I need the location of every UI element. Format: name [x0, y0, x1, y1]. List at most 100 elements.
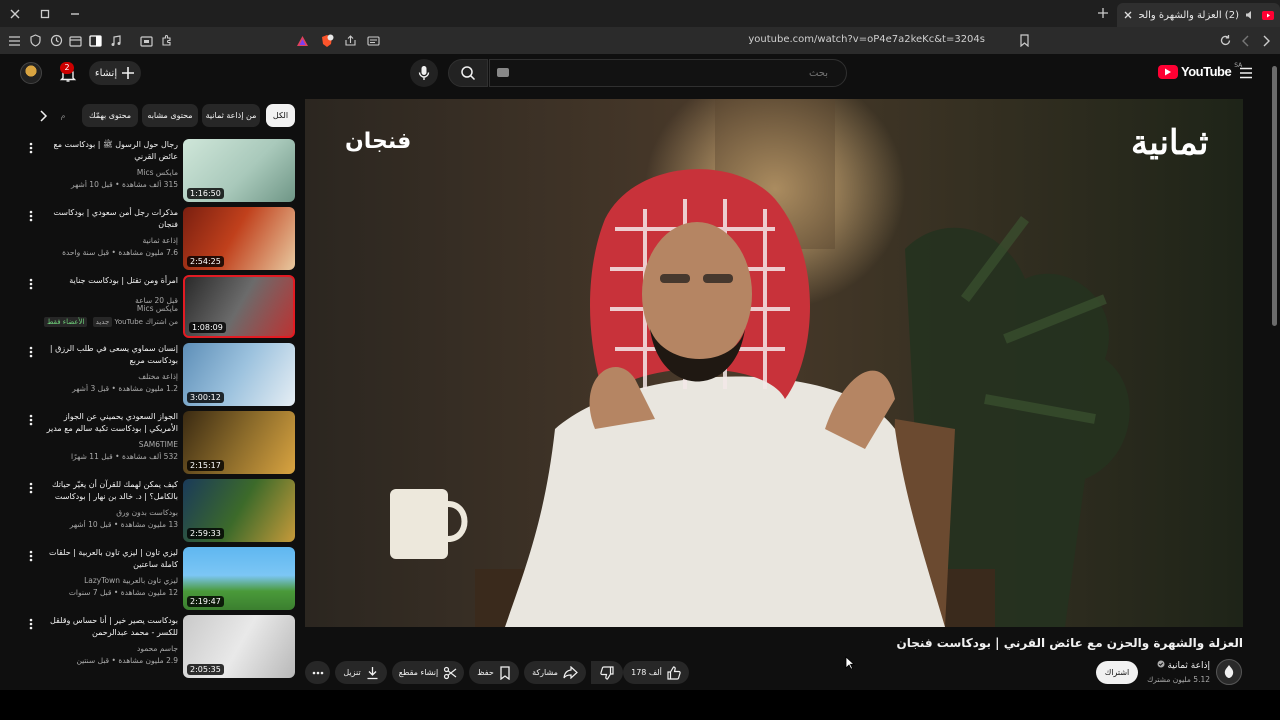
clip-button[interactable]: إنشاء مقطع: [392, 661, 464, 684]
search-input[interactable]: [489, 59, 847, 87]
more-options-icon[interactable]: [27, 345, 35, 359]
video-thumbnail[interactable]: 2:59:33: [183, 479, 295, 542]
forward-icon[interactable]: [1257, 32, 1274, 49]
more-options-icon[interactable]: [27, 481, 35, 495]
channel-name[interactable]: ليزي تاون بالعربية LazyTown: [40, 576, 178, 585]
chip-all[interactable]: الكل: [266, 104, 295, 127]
list-item[interactable]: 3:00:12 إنسان سماوي يسعى في طلب الرزق | …: [0, 343, 300, 409]
search-button-icon[interactable]: [448, 59, 488, 87]
avatar[interactable]: [20, 62, 42, 84]
list-item[interactable]: 2:54:25 مذكرات رجل أمن سعودي | بودكاست ف…: [0, 207, 300, 273]
download-button[interactable]: تنزيل: [335, 661, 387, 684]
voice-search-mic-icon[interactable]: [410, 59, 438, 87]
video-thumbnail[interactable]: 1:08:09: [183, 275, 295, 338]
close-window-icon[interactable]: [6, 5, 24, 23]
minimize-window-icon[interactable]: [66, 5, 84, 23]
brave-rewards-icon[interactable]: [294, 32, 311, 49]
like-button[interactable]: 178 ألف: [623, 661, 689, 684]
video-player[interactable]: ثمانية فنجان: [305, 99, 1243, 627]
more-options-icon[interactable]: [27, 141, 35, 155]
chip-for-you[interactable]: محتوى بهمّك: [82, 104, 138, 127]
music-icon[interactable]: [107, 32, 124, 49]
video-thumbnail[interactable]: 2:05:35: [183, 615, 295, 678]
audio-playing-icon[interactable]: [1245, 10, 1256, 20]
save-button[interactable]: حفظ: [469, 661, 519, 684]
screenshot-icon[interactable]: [138, 32, 155, 49]
close-tab-icon[interactable]: [1123, 10, 1133, 20]
channel-name[interactable]: مايكس Mics: [40, 168, 178, 177]
channel-name[interactable]: إذاعة مختلف: [40, 372, 178, 381]
duration-badge: 1:16:50: [187, 188, 224, 199]
more-options-icon[interactable]: [27, 277, 35, 291]
channel-name[interactable]: إذاعة ثمانية: [40, 236, 178, 245]
maximize-window-icon[interactable]: [36, 5, 54, 23]
video-title[interactable]: إنسان سماوي يسعى في طلب الرزق | بودكاست …: [40, 343, 178, 367]
source-label: من اشتراك YouTube: [114, 318, 179, 326]
back-icon[interactable]: [1237, 32, 1254, 49]
channel-name[interactable]: مايكس Mics: [40, 304, 178, 313]
share-page-icon[interactable]: [342, 32, 359, 49]
more-options-icon[interactable]: [27, 549, 35, 563]
history-icon[interactable]: [48, 32, 65, 49]
youtube-logo[interactable]: YouTube SA: [1158, 62, 1242, 79]
chip-related[interactable]: محتوى مشابه: [142, 104, 198, 127]
tabs-icon[interactable]: [67, 32, 84, 49]
channel-name-text[interactable]: إذاعة ثمانية: [1167, 661, 1210, 671]
shield-icon[interactable]: [27, 32, 44, 49]
bookmark-icon[interactable]: [1016, 32, 1033, 49]
list-item[interactable]: 2:59:33 كيف يمكن لهمك للقرآن أن يغيّر حي…: [0, 479, 300, 545]
list-item[interactable]: 2:15:17 الجواز السعودي يحميني عن الجواز …: [0, 411, 300, 477]
list-item[interactable]: 2:19:47 ليزي تاون | ليزي تاون بالعربية |…: [0, 547, 300, 613]
keyboard-icon[interactable]: [497, 68, 509, 77]
extensions-icon[interactable]: [158, 32, 175, 49]
video-meta: 2.9 مليون مشاهدة • قبل سنتين: [76, 656, 178, 665]
list-item[interactable]: 1:16:50 رجال حول الرسول ﷺ | بودكاست مع ع…: [0, 139, 300, 205]
chip-from-channel[interactable]: من إذاعة ثمانية: [202, 104, 260, 127]
channel-name[interactable]: SAM6TIME: [40, 440, 178, 449]
list-item[interactable]: 2:05:35 بودكاست يصير خير | أنا حساس وقلق…: [0, 615, 300, 681]
video-title[interactable]: امرأة ومن تقتل | بودكاست جناية: [40, 275, 178, 287]
dislike-button[interactable]: [591, 661, 623, 684]
channel-name[interactable]: بودكاست بدون ورق: [40, 508, 178, 517]
video-thumbnail[interactable]: 3:00:12: [183, 343, 295, 406]
reader-mode-icon[interactable]: [365, 32, 382, 49]
scrollbar-thumb[interactable]: [1272, 66, 1277, 326]
chevron-right-icon[interactable]: [36, 109, 50, 123]
video-title[interactable]: الجواز السعودي يحميني عن الجواز الأمريكي…: [40, 411, 178, 435]
youtube-header: 2 إنشاء YouTube SA: [0, 54, 1280, 94]
video-title[interactable]: بودكاست يصير خير | أنا حساس وقلقل للكسر …: [40, 615, 178, 639]
reload-icon[interactable]: [1217, 32, 1234, 49]
channel-name[interactable]: جاسم محمود: [40, 644, 178, 653]
hamburger-menu-icon[interactable]: [6, 32, 23, 49]
share-button[interactable]: مشاركة: [524, 661, 586, 684]
page-scrollbar[interactable]: [1270, 54, 1280, 690]
sidebar-icon[interactable]: [87, 32, 104, 49]
share-label: مشاركة: [532, 668, 558, 677]
video-title[interactable]: كيف يمكن لهمك للقرآن أن يغيّر حياتك بالك…: [40, 479, 178, 503]
list-item[interactable]: 1:08:09 امرأة ومن تقتل | بودكاست جناية م…: [0, 275, 300, 341]
scissors-icon: [443, 666, 457, 680]
more-actions-button[interactable]: [305, 661, 330, 684]
create-button[interactable]: إنشاء: [89, 61, 141, 85]
membership-row: من اشتراك YouTube جديد الأعضاء فقط: [40, 317, 179, 327]
duration-badge: 2:15:17: [187, 460, 224, 471]
video-title[interactable]: مذكرات رجل أمن سعودي | بودكاست فنجان: [40, 207, 178, 231]
more-options-icon[interactable]: [27, 617, 35, 631]
video-thumbnail[interactable]: 2:19:47: [183, 547, 295, 610]
new-tab-icon[interactable]: [1095, 5, 1111, 21]
chip-overflow[interactable]: م: [56, 104, 70, 127]
video-meta: 12 مليون مشاهدة • قبل 7 سنوات: [68, 588, 178, 597]
brave-shield-icon[interactable]: [318, 32, 335, 49]
video-thumbnail[interactable]: 1:16:50: [183, 139, 295, 202]
video-title[interactable]: ليزي تاون | ليزي تاون بالعربية | حلقات ك…: [40, 547, 178, 571]
more-options-icon[interactable]: [27, 209, 35, 223]
subscribe-button[interactable]: اشتراك: [1096, 661, 1138, 684]
url-field[interactable]: youtube.com/watch?v=oP4e7a2keKc&t=3204s: [740, 34, 985, 45]
video-thumbnail[interactable]: 2:15:17: [183, 411, 295, 474]
more-options-icon[interactable]: [27, 413, 35, 427]
video-title[interactable]: رجال حول الرسول ﷺ | بودكاست مع عائض القر…: [40, 139, 178, 163]
channel-avatar[interactable]: [1216, 659, 1242, 685]
browser-tab[interactable]: (2) العزلة والشهرة والحزن مع عا: [1117, 3, 1280, 27]
guide-menu-icon[interactable]: [1238, 65, 1254, 81]
video-thumbnail[interactable]: 2:54:25: [183, 207, 295, 270]
